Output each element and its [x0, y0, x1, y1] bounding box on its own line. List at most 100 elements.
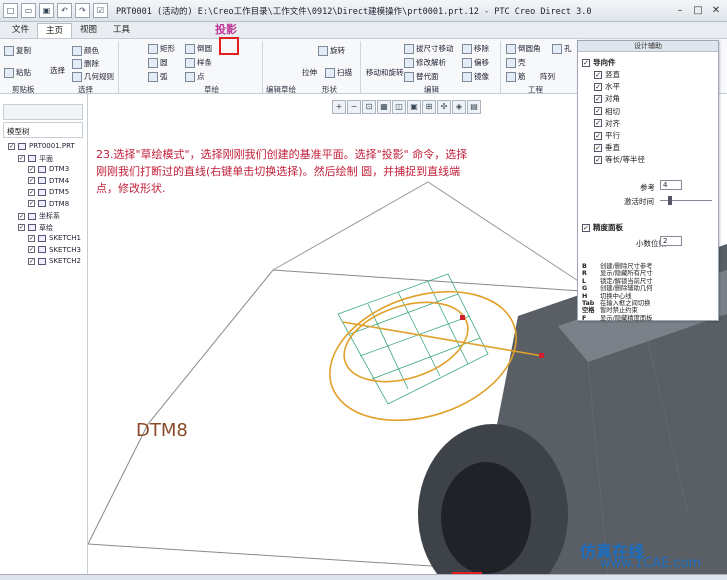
constraint-toggle[interactable]: ✓ 对角	[594, 93, 620, 104]
tree-checkbox[interactable]: ✓	[18, 212, 25, 220]
activation-time-label: 激活时间	[624, 197, 654, 206]
zoom-out-icon[interactable]: −	[347, 100, 361, 114]
tree-item[interactable]: ✓ PRT0001.PRT	[8, 142, 75, 150]
hole-button[interactable]: 孔	[552, 43, 572, 54]
named-view-icon[interactable]: ◫	[392, 100, 406, 114]
close-icon[interactable]: ✕	[708, 3, 724, 18]
constraint-toggle[interactable]: ✓ 竖直	[594, 69, 620, 80]
tab-home[interactable]: 主页	[37, 23, 73, 38]
remove-button[interactable]: 移除	[462, 43, 489, 54]
line-endpoint-marker[interactable]	[460, 315, 465, 320]
pull-button[interactable]: 拔尺寸移动	[404, 43, 454, 54]
maximize-icon[interactable]: □	[690, 3, 706, 18]
replace-face-button[interactable]: 替代面	[404, 71, 439, 82]
rib-button[interactable]: 筋	[506, 71, 526, 82]
tree-tabs[interactable]	[3, 104, 83, 120]
tree-checkbox[interactable]: ✓	[28, 177, 35, 184]
tree-item[interactable]: ✓ SKETCH2	[28, 257, 81, 265]
extrude-button[interactable]: 拉伸	[302, 67, 317, 78]
tree-item[interactable]: ✓ DTM3	[28, 165, 69, 173]
tree-item[interactable]: ✓ DTM4	[28, 177, 69, 185]
point-button[interactable]: 点	[185, 71, 205, 82]
tree-item[interactable]: ✓ SKETCH1	[28, 234, 81, 242]
color-button[interactable]: 颜色	[72, 45, 99, 56]
select-button[interactable]: 选择	[50, 65, 65, 76]
tree-item[interactable]: ✓ 坐标系	[18, 211, 60, 221]
tab-view[interactable]: 视图	[72, 23, 105, 38]
offset-icon	[462, 57, 472, 68]
tree-checkbox[interactable]: ✓	[18, 224, 25, 231]
rectangle-button[interactable]: 矩形	[148, 43, 175, 54]
tree-item[interactable]: ✓ SKETCH3	[28, 246, 81, 254]
shell-button[interactable]: 壳	[506, 57, 526, 68]
sweep-button[interactable]: 扫描	[325, 67, 352, 78]
constraint-checkbox[interactable]: ✓	[594, 143, 602, 152]
constraint-checkbox[interactable]: ✓	[594, 82, 602, 91]
annotation-icon[interactable]: ◈	[452, 100, 466, 114]
spline-button[interactable]: 样条	[185, 57, 212, 68]
tree-checkbox[interactable]: ✓	[8, 142, 15, 150]
tree-item[interactable]: ✓ DTM8	[28, 200, 69, 208]
circle-button[interactable]: 圆	[148, 57, 168, 68]
array-button[interactable]: 阵列	[540, 71, 555, 82]
undo-icon[interactable]: ↶	[57, 3, 72, 18]
constraint-toggle[interactable]: ✓ 水平	[594, 81, 620, 92]
constraint-toggle[interactable]: ✓ 相切	[594, 106, 620, 117]
constraint-checkbox[interactable]: ✓	[594, 94, 602, 103]
tree-checkbox[interactable]: ✓	[28, 188, 35, 196]
display-style-icon[interactable]: ▣	[407, 100, 421, 114]
regenerate-icon[interactable]: ☑	[93, 3, 108, 18]
decimal-places-input[interactable]: 2	[660, 236, 682, 246]
open-file-icon[interactable]: ▭	[21, 3, 36, 18]
fillet-button[interactable]: 倒圆	[185, 43, 212, 54]
zoom-in-icon[interactable]: +	[332, 100, 346, 114]
tree-item[interactable]: ✓ DTM5	[28, 188, 69, 196]
constraint-toggle[interactable]: ✓ 垂直	[594, 142, 620, 153]
revolve-button[interactable]: 旋转	[318, 45, 345, 56]
offset-button[interactable]: 偏移	[462, 57, 489, 68]
save-icon[interactable]: ▣	[39, 3, 54, 18]
constraint-checkbox[interactable]: ✓	[594, 70, 602, 79]
tree-checkbox[interactable]: ✓	[28, 246, 35, 253]
tree-item[interactable]: ✓ 草绘	[18, 223, 53, 233]
tree-item-label: DTM5	[49, 188, 70, 196]
paste-button[interactable]: 粘贴	[4, 67, 31, 78]
spin-center-icon[interactable]: ✣	[437, 100, 451, 114]
tree-checkbox[interactable]: ✓	[28, 234, 35, 242]
constraints-toggle[interactable]: ✓ 导向件	[582, 57, 616, 68]
tree-checkbox[interactable]: ✓	[28, 200, 35, 207]
constraint-toggle[interactable]: ✓ 等长/等半径	[594, 154, 645, 165]
modify-button[interactable]: 修改解析	[404, 57, 446, 68]
tree-item[interactable]: ✓ 平面	[18, 154, 53, 164]
project-button-highlight[interactable]	[219, 37, 239, 55]
constraint-toggle[interactable]: ✓ 对齐	[594, 118, 620, 129]
constraint-toggle[interactable]: ✓ 平行	[594, 130, 620, 141]
tab-tools[interactable]: 工具	[105, 23, 138, 38]
tab-file[interactable]: 文件	[4, 23, 37, 38]
repaint-icon[interactable]: ▦	[377, 100, 391, 114]
line-endpoint-marker[interactable]	[539, 353, 544, 358]
tree-checkbox[interactable]: ✓	[18, 155, 25, 162]
constraint-checkbox[interactable]: ✓	[594, 107, 602, 116]
round-button[interactable]: 倒圆角	[506, 43, 541, 54]
new-file-icon[interactable]: □	[3, 3, 18, 18]
sketch-view-icon[interactable]: ▤	[467, 100, 481, 114]
constraint-checkbox[interactable]: ✓	[594, 131, 602, 140]
copy-button[interactable]: 复制	[4, 45, 31, 56]
tree-checkbox[interactable]: ✓	[28, 165, 35, 173]
delete-button[interactable]: 删除	[72, 58, 99, 69]
tree-checkbox[interactable]: ✓	[28, 257, 35, 265]
constraint-checkbox[interactable]: ✓	[594, 155, 602, 164]
redo-icon[interactable]: ↷	[75, 3, 90, 18]
arc-button[interactable]: 弧	[148, 71, 168, 82]
minimize-icon[interactable]: –	[672, 3, 688, 18]
snap-input[interactable]: 4	[660, 180, 682, 190]
precision-panel-toggle[interactable]: ✓ 精度面板	[582, 222, 623, 233]
slider-thumb[interactable]	[668, 196, 672, 205]
constraint-checkbox[interactable]: ✓	[594, 119, 602, 128]
mirror-button[interactable]: 镜像	[462, 71, 489, 82]
datum-display-icon[interactable]: ⊞	[422, 100, 436, 114]
move-rotate-button[interactable]: 移动和旋转	[366, 67, 404, 78]
refit-icon[interactable]: ⊡	[362, 100, 376, 114]
geometry-rule-button[interactable]: 几何规则	[72, 71, 114, 82]
